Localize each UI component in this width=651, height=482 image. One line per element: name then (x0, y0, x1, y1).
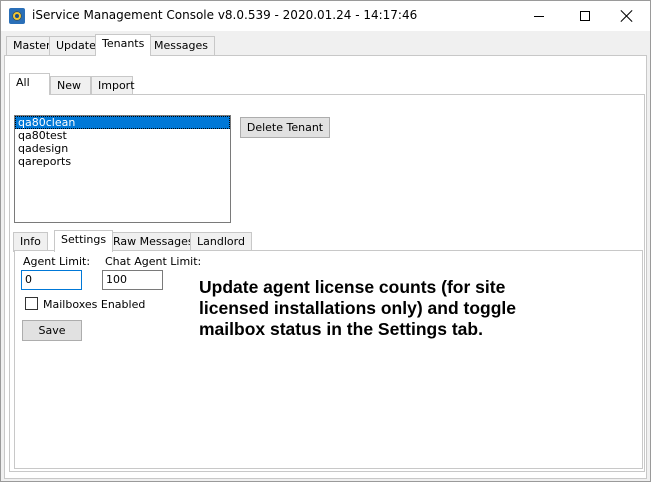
chat-agent-limit-label: Chat Agent Limit: (105, 255, 202, 268)
list-item[interactable]: qadesign (15, 142, 230, 155)
mailboxes-enabled-checkbox[interactable] (25, 297, 38, 310)
close-icon (620, 9, 634, 23)
tab-new[interactable]: New (50, 76, 91, 96)
delete-tenant-button[interactable]: Delete Tenant (240, 117, 330, 138)
minimize-icon (534, 15, 544, 17)
tab-info[interactable]: Info (13, 232, 48, 252)
tab-raw-messages[interactable]: Raw Messages (106, 232, 201, 252)
gear-app-icon (9, 8, 25, 24)
tab-landlord[interactable]: Landlord (190, 232, 252, 252)
tab-import[interactable]: Import (91, 76, 135, 96)
tab-settings[interactable]: Settings (54, 230, 114, 252)
agent-limit-label: Agent Limit: (23, 255, 91, 268)
tenant-list[interactable]: qa80clean qa80test qadesign qareports (14, 115, 231, 223)
minimize-button[interactable] (516, 1, 562, 31)
tab-all[interactable]: All (9, 73, 50, 95)
window-title: iService Management Console v8.0.539 - 2… (32, 8, 418, 22)
close-button[interactable] (604, 1, 650, 31)
tab-messages[interactable]: Messages (147, 36, 215, 56)
mailboxes-enabled-label: Mailboxes Enabled (43, 298, 146, 311)
title-bar: iService Management Console v8.0.539 - 2… (1, 1, 650, 31)
chat-agent-limit-input[interactable]: 100 (102, 270, 163, 290)
list-item[interactable]: qa80test (15, 129, 230, 142)
list-item[interactable]: qareports (15, 155, 230, 168)
tab-tenants[interactable]: Tenants (95, 34, 152, 56)
help-annotation: Update agent license counts (for site li… (199, 277, 516, 339)
list-item[interactable]: qa80clean (15, 116, 230, 129)
app-window: iService Management Console v8.0.539 - 2… (0, 0, 651, 482)
maximize-button[interactable] (562, 1, 608, 31)
save-button[interactable]: Save (22, 320, 82, 341)
agent-limit-input[interactable]: 0 (21, 270, 82, 290)
maximize-icon (580, 11, 590, 21)
